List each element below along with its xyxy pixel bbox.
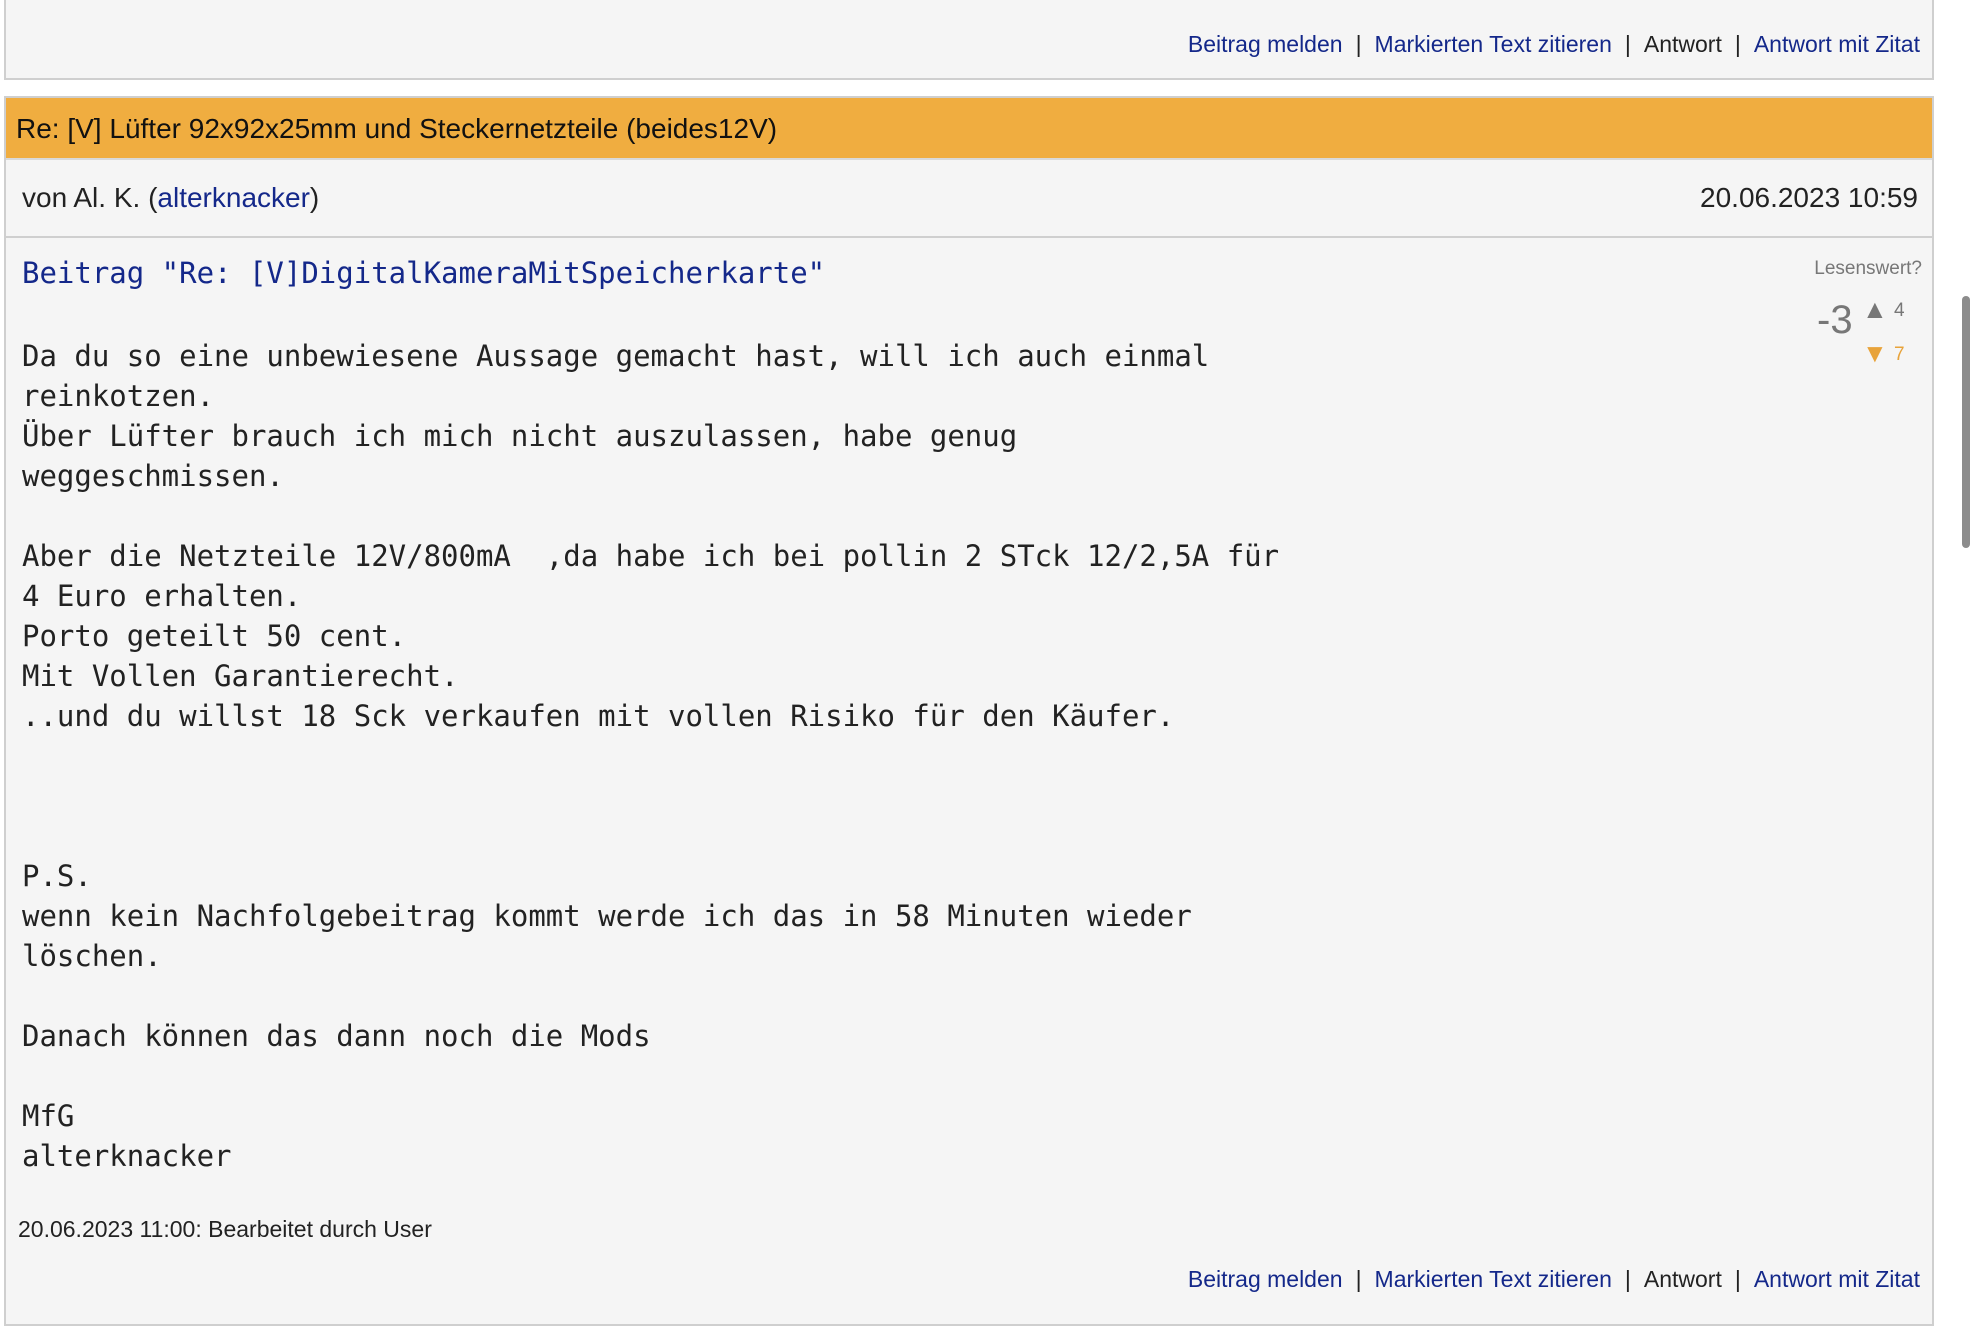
quote-selected-text-link[interactable]: Markierten Text zitieren — [1375, 1266, 1612, 1293]
post-date: 20.06.2023 10:59 — [1700, 182, 1918, 213]
post-title: Re: [V] Lüfter 92x92x25mm und Steckernet… — [6, 98, 1932, 160]
reply-with-quote-link[interactable]: Antwort mit Zitat — [1754, 31, 1920, 58]
edit-note: 20.06.2023 11:00: Bearbeitet durch User — [18, 1216, 432, 1242]
post-actions-bar: Beitrag melden | Markierten Text zitiere… — [1188, 31, 1920, 58]
rating-score: -3 — [1817, 298, 1853, 342]
previous-post-footer: Beitrag melden | Markierten Text zitiere… — [4, 0, 1934, 80]
quote-selected-text-link[interactable]: Markierten Text zitieren — [1375, 31, 1612, 58]
post-actions-bar: Beitrag melden | Markierten Text zitiere… — [1188, 1266, 1920, 1293]
rating-label: Lesenswert? — [1814, 258, 1922, 279]
upvote-count: 4 — [1894, 300, 1905, 321]
separator: | — [1355, 1266, 1362, 1292]
report-post-link[interactable]: Beitrag melden — [1188, 1266, 1343, 1293]
separator: | — [1734, 1266, 1741, 1292]
downvote-count: 7 — [1894, 344, 1905, 365]
separator: | — [1355, 31, 1362, 57]
separator: | — [1624, 1266, 1631, 1292]
author-username-link[interactable]: alterknacker — [157, 182, 310, 213]
post-meta: von Al. K. (alterknacker) 20.06.2023 10:… — [6, 160, 1932, 238]
reply-link[interactable]: Antwort — [1644, 1266, 1722, 1293]
reply-with-quote-link[interactable]: Antwort mit Zitat — [1754, 1266, 1920, 1293]
quoted-post-link[interactable]: Beitrag "Re: [V]DigitalKameraMitSpeicher… — [22, 256, 825, 290]
downvote-icon[interactable]: ▼ — [1862, 338, 1888, 369]
post-message: Da du so eine unbewiesene Aussage gemach… — [22, 339, 1280, 1173]
separator: | — [1734, 31, 1741, 57]
scrollbar-thumb[interactable] — [1962, 296, 1970, 548]
upvote-icon[interactable]: ▲ — [1862, 294, 1888, 325]
separator: | — [1624, 31, 1631, 57]
author-prefix: von Al. K. ( — [22, 182, 158, 213]
reply-link[interactable]: Antwort — [1644, 31, 1722, 58]
author-suffix: ) — [309, 182, 320, 213]
post-author: von Al. K. (alterknacker) — [22, 182, 319, 214]
report-post-link[interactable]: Beitrag melden — [1188, 31, 1343, 58]
forum-post: Re: [V] Lüfter 92x92x25mm und Steckernet… — [4, 96, 1934, 1326]
